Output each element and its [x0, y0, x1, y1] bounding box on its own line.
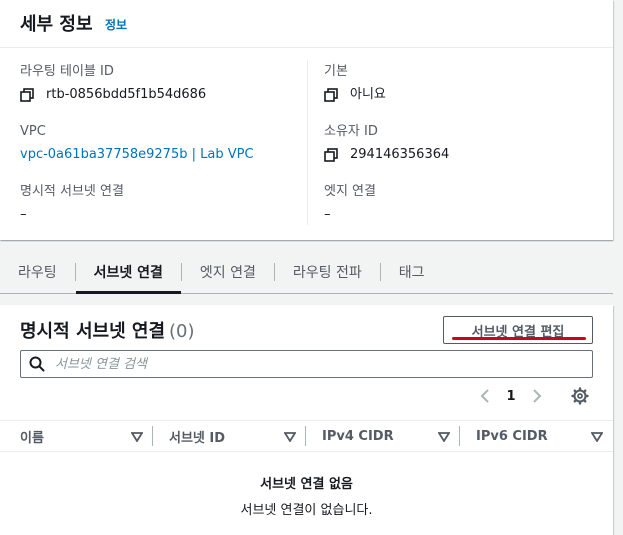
- field-value: 294146356364: [324, 144, 604, 166]
- table-title-text: 명시적 서브넷 연결: [20, 321, 166, 342]
- column-label: IPv6 CIDR: [476, 428, 548, 444]
- caret-down-icon[interactable]: [283, 431, 297, 443]
- info-link[interactable]: 정보: [105, 16, 127, 33]
- page-number[interactable]: 1: [493, 389, 529, 404]
- tab-subnet-associations[interactable]: 서브넷 연결: [75, 250, 182, 294]
- field-owner-id: 소유자 ID 294146356364: [324, 122, 604, 182]
- empty-state-title: 서브넷 연결 없음: [260, 477, 353, 492]
- column-label: 서브넷 ID: [169, 430, 226, 446]
- column-header-name[interactable]: 이름: [0, 420, 153, 452]
- annotation-underline: [452, 337, 586, 340]
- field-label: 엣지 연결: [324, 184, 376, 199]
- column-label: IPv4 CIDR: [322, 428, 394, 444]
- field-value: –: [20, 207, 27, 222]
- tab-bar: 라우팅 서브넷 연결 엣지 연결 라우팅 전파 태그: [0, 250, 613, 294]
- field-label: VPC: [20, 124, 46, 139]
- field-value: 아니요: [324, 84, 604, 106]
- vpc-link[interactable]: vpc-0a61ba37758e9275b | Lab VPC: [20, 144, 300, 166]
- search-box[interactable]: [20, 350, 593, 378]
- details-right-column: 기본 아니요 소유자 ID 294146356364 엣지 연결 –: [324, 62, 604, 242]
- column-header-subnet-id[interactable]: 서브넷 ID: [153, 420, 306, 452]
- table-title: 명시적 서브넷 연결 (0): [20, 317, 195, 343]
- empty-state-description: 서브넷 연결이 없습니다.: [240, 503, 373, 518]
- field-explicit-subnet: 명시적 서브넷 연결 –: [20, 182, 300, 242]
- tab-route-propagation[interactable]: 라우팅 전파: [275, 250, 380, 293]
- owner-id-value: 294146356364: [350, 147, 450, 162]
- field-label: 명시적 서브넷 연결: [20, 184, 124, 199]
- field-label: 소유자 ID: [324, 124, 378, 139]
- field-main: 기본 아니요: [324, 62, 604, 122]
- details-left-column: 라우팅 테이블 ID rtb-0856bdd5f1b54d686 VPC vpc…: [20, 62, 300, 242]
- details-header: 세부 정보 정보: [0, 0, 613, 48]
- column-header-ipv4-cidr[interactable]: IPv4 CIDR: [306, 420, 460, 452]
- chevron-right-icon[interactable]: [529, 387, 545, 405]
- field-vpc: VPC vpc-0a61ba37758e9275b | Lab VPC: [20, 122, 300, 182]
- column-divider: [307, 60, 308, 225]
- copy-icon[interactable]: [20, 88, 34, 102]
- field-route-table-id: 라우팅 테이블 ID rtb-0856bdd5f1b54d686: [20, 62, 300, 122]
- copy-icon[interactable]: [324, 148, 338, 162]
- copy-icon[interactable]: [324, 88, 338, 102]
- tab-routes[interactable]: 라우팅: [0, 250, 75, 293]
- pagination: 1: [477, 386, 545, 406]
- details-title: 세부 정보: [20, 14, 93, 35]
- caret-down-icon[interactable]: [130, 431, 144, 443]
- field-edge-association: 엣지 연결 –: [324, 182, 604, 242]
- tab-edge-associations[interactable]: 엣지 연결: [182, 250, 274, 293]
- column-label: 이름: [20, 430, 44, 446]
- main-value: 아니요: [350, 87, 386, 102]
- route-table-id-value: rtb-0856bdd5f1b54d686: [46, 87, 207, 102]
- field-value: –: [324, 207, 331, 222]
- details-panel: 세부 정보 정보 라우팅 테이블 ID rtb-0856bdd5f1b54d68…: [0, 0, 613, 240]
- field-label: 기본: [324, 64, 348, 79]
- field-value: rtb-0856bdd5f1b54d686: [20, 84, 300, 106]
- caret-down-icon[interactable]: [590, 431, 604, 443]
- caret-down-icon[interactable]: [437, 431, 451, 443]
- chevron-left-icon[interactable]: [477, 387, 493, 405]
- column-header-ipv6-cidr[interactable]: IPv6 CIDR: [460, 420, 613, 452]
- search-input[interactable]: [55, 356, 575, 372]
- search-icon: [29, 356, 45, 372]
- gear-icon[interactable]: [571, 387, 589, 405]
- table-count: (0): [169, 321, 195, 342]
- field-label: 라우팅 테이블 ID: [20, 64, 114, 79]
- table-header: 이름 서브넷 ID IPv4 CIDR IPv6 CIDR: [0, 420, 613, 452]
- tab-tags[interactable]: 태그: [381, 250, 443, 293]
